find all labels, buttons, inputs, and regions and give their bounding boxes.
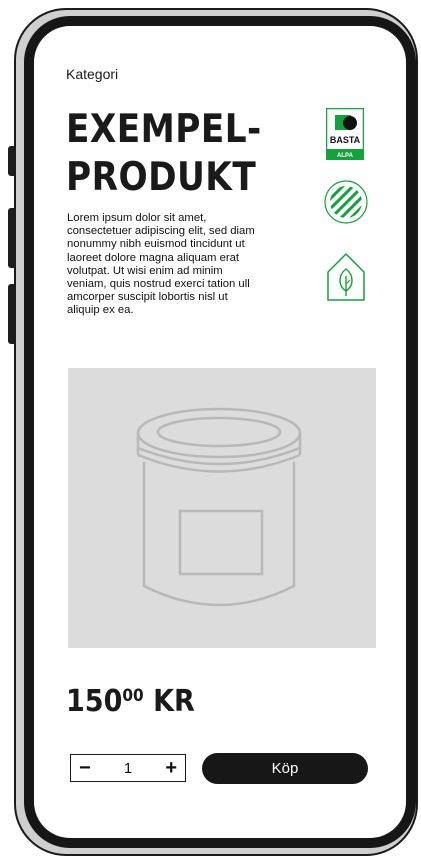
price-main: 150 [66,684,123,719]
product-title: EXEMPEL- PRODUKT [66,107,262,200]
jar-placeholder-icon [136,407,302,607]
product-price: 15000 KR [66,684,195,719]
product-image [68,368,376,648]
phone-side-button [8,146,16,176]
increment-button[interactable]: + [165,758,177,778]
buy-button[interactable]: Köp [202,753,368,784]
quantity-stepper: − 1 + [70,754,186,782]
price-currency: KR [153,684,195,719]
svg-text:ALPA: ALPA [337,153,354,159]
quantity-value[interactable]: 1 [124,760,132,777]
leaf-house-icon [326,252,366,307]
phone-volume-up-button [8,208,16,268]
svanen-ecolabel-icon [324,180,368,229]
svg-text:BASTA: BASTA [330,135,361,145]
product-description: Lorem ipsum dolor sit amet, consectetuer… [67,212,255,317]
phone-screen: Kategori EXEMPEL- PRODUKT Lorem ipsum do… [34,26,406,838]
phone-volume-down-button [8,284,16,344]
price-cents: 00 [122,686,144,706]
basta-logo: BASTA ALPA [325,107,365,165]
product-category[interactable]: Kategori [66,66,118,82]
decrement-button[interactable]: − [79,758,91,778]
